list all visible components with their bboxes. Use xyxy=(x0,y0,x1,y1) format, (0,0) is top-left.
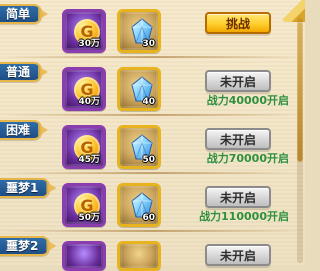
difficulty-row: 噩梦2 未开启 xyxy=(0,232,305,271)
crystal-quantity: 50 xyxy=(142,155,155,165)
difficulty-row: 噩梦1 G 50万 60 未开启 战力110000开启 xyxy=(0,174,305,232)
reward-crystal-slot: 30 xyxy=(117,9,161,53)
crystal-quantity: 40 xyxy=(142,97,155,107)
difficulty-tag: 困难 xyxy=(0,120,43,140)
reward-coin-slot: G 50万 xyxy=(62,183,106,227)
difficulty-tag: 普通 xyxy=(0,62,43,82)
coin-quantity: 45万 xyxy=(78,155,100,165)
locked-button[interactable]: 未开启 xyxy=(205,244,271,266)
difficulty-row: 简单 G 30万 30 挑战 xyxy=(0,0,305,58)
challenge-button[interactable]: 挑战 xyxy=(205,12,271,34)
requirement-text: 战力110000开启 xyxy=(199,210,289,223)
reward-coin-slot: G 30万 xyxy=(62,9,106,53)
requirement-text: 战力70000开启 xyxy=(206,152,289,165)
crystal-quantity: 60 xyxy=(142,213,155,223)
reward-coin-slot: G 40万 xyxy=(62,67,106,111)
reward-coin-slot xyxy=(62,241,106,271)
reward-crystal-slot xyxy=(117,241,161,271)
difficulty-tag: 噩梦1 xyxy=(0,178,51,198)
coin-quantity: 40万 xyxy=(78,97,100,107)
reward-coin-slot: G 45万 xyxy=(62,125,106,169)
difficulty-tag: 噩梦2 xyxy=(0,236,51,256)
requirement-text: 战力40000开启 xyxy=(206,94,289,107)
difficulty-row: 困难 G 45万 50 未开启 战力70000开启 xyxy=(0,116,305,174)
crystal-quantity: 30 xyxy=(142,39,155,49)
locked-button[interactable]: 未开启 xyxy=(205,186,271,208)
coin-quantity: 50万 xyxy=(78,213,100,223)
difficulty-row: 普通 G 40万 40 未开启 战力40000开启 xyxy=(0,58,305,116)
reward-crystal-slot: 60 xyxy=(117,183,161,227)
locked-button[interactable]: 未开启 xyxy=(205,70,271,92)
difficulty-panel: 简单 G 30万 30 挑战 普通 G 40万 40 未开启 战力40000开启… xyxy=(0,0,305,271)
difficulty-tag: 简单 xyxy=(0,4,43,24)
locked-button[interactable]: 未开启 xyxy=(205,128,271,150)
reward-crystal-slot: 50 xyxy=(117,125,161,169)
reward-crystal-slot: 40 xyxy=(117,67,161,111)
coin-quantity: 30万 xyxy=(78,39,100,49)
